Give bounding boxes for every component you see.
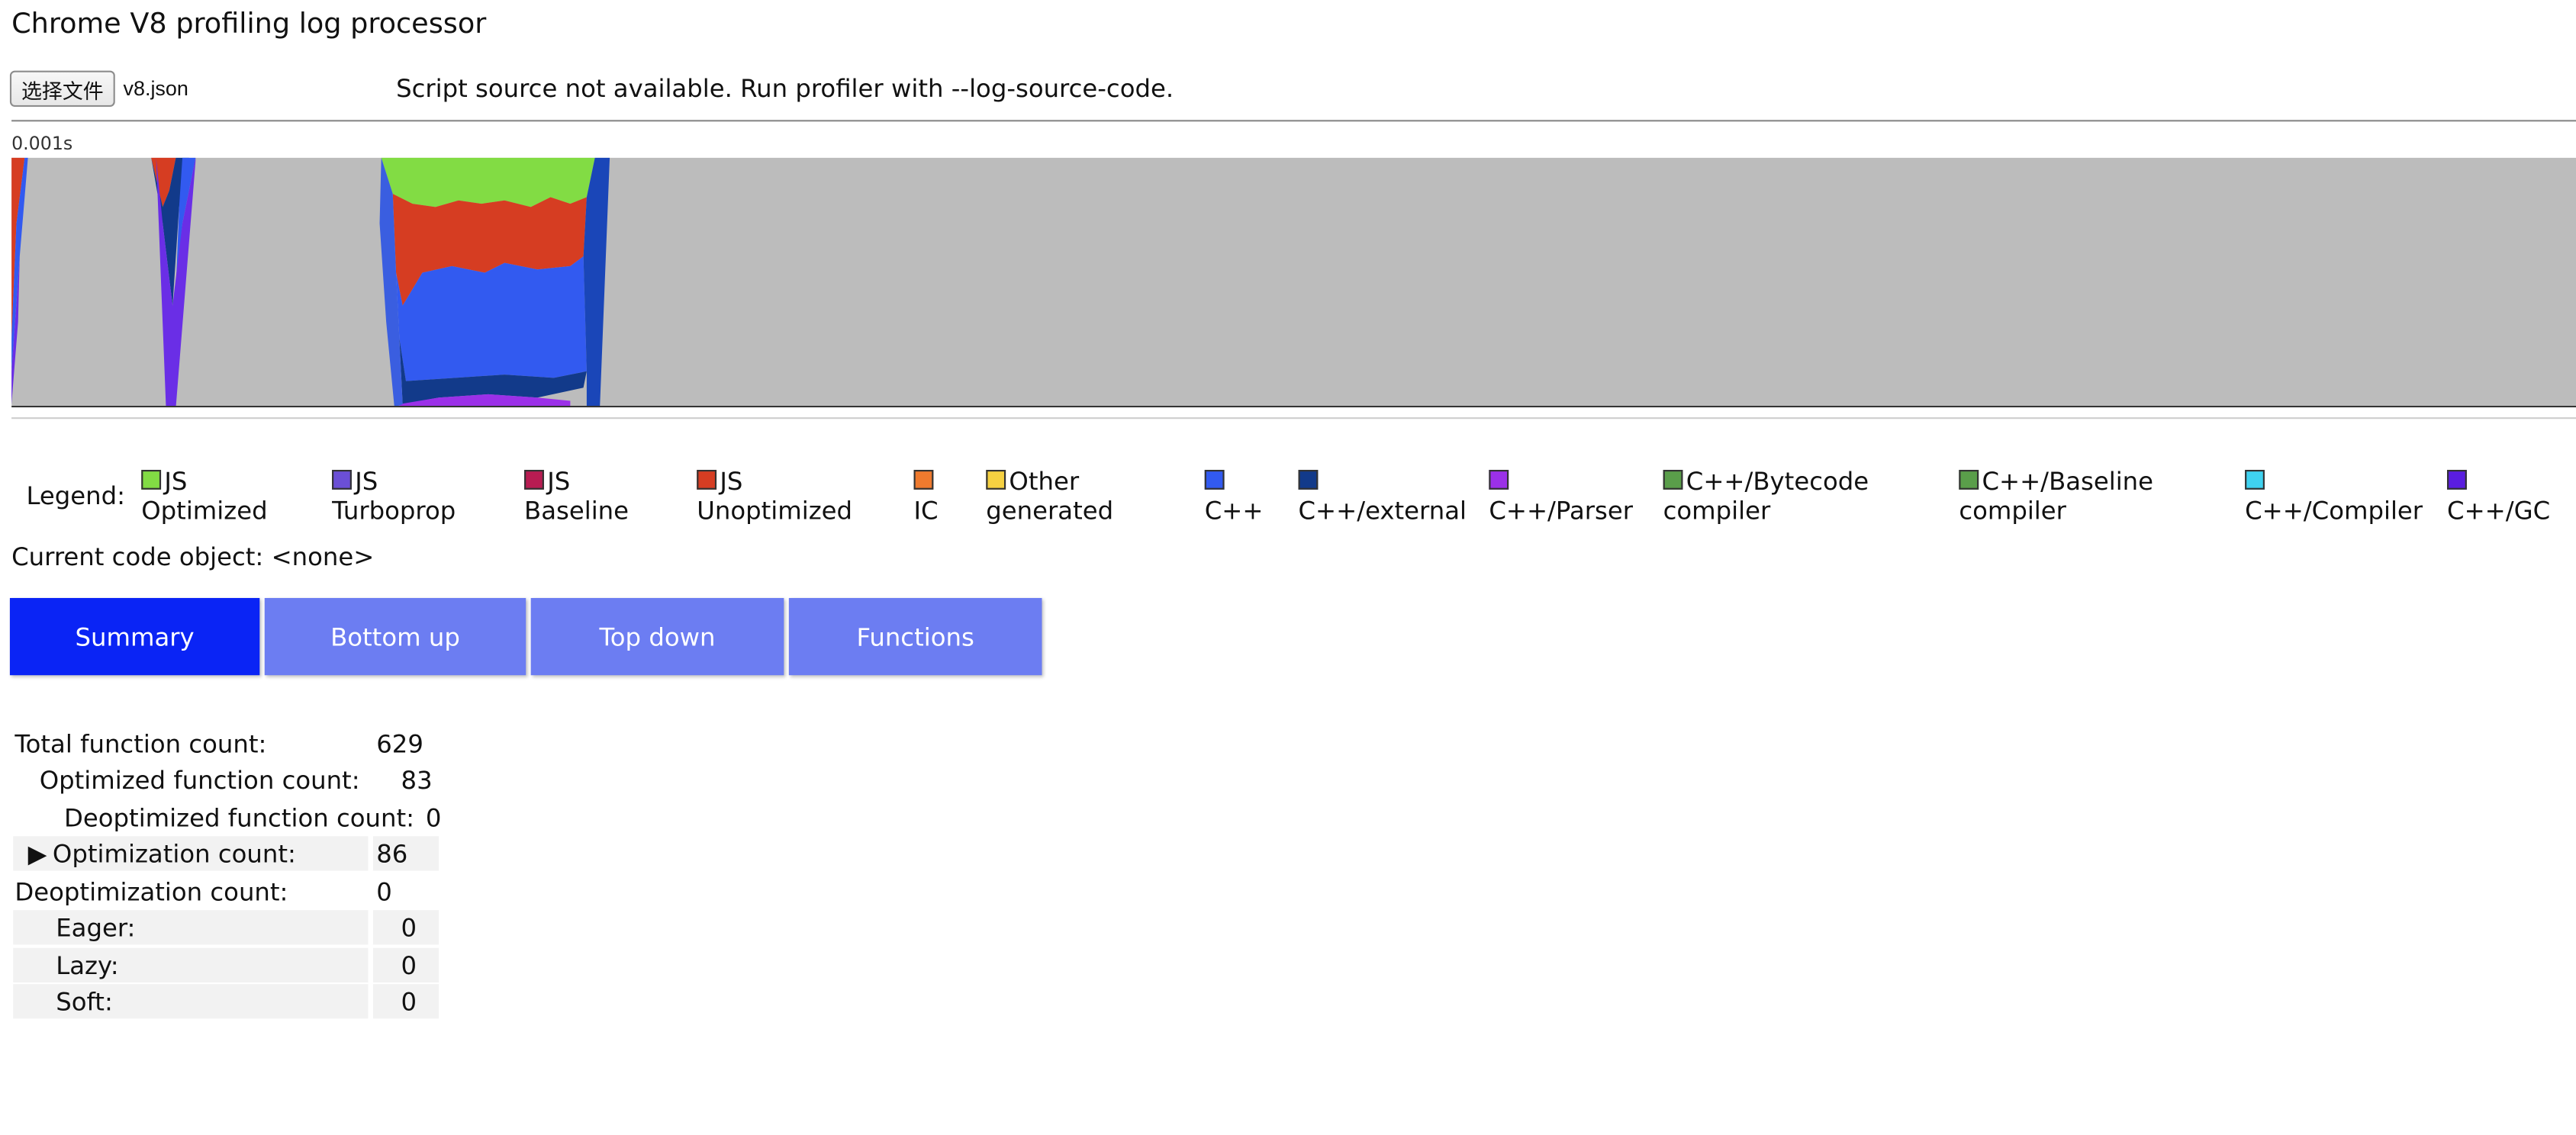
top-divider [11,120,2576,122]
stat-row-deoptimized: Deoptimized function count: 0 [13,800,442,834]
legend-swatch [1298,469,1319,490]
stat-value: 0 [401,951,417,981]
stat-label: Lazy: [56,951,119,981]
legend-title: Legend: [26,481,126,511]
stat-value: 0 [401,913,417,944]
legend-item-label: C++/Baseline compiler [1959,466,2154,526]
stat-row-optimization-count[interactable]: ▶ Optimization count: 86 [13,836,440,870]
legend-swatch [697,469,717,490]
stat-value: 0 [401,987,417,1018]
timeline-chart[interactable] [11,157,2576,408]
stat-label: Eager: [56,913,136,944]
tab-bottom-up[interactable]: Bottom up [264,597,526,676]
stat-row-eager: Eager: 0 [13,910,440,944]
selected-file-name: v8.json [123,77,188,101]
legend-item: JS Turboprop [332,467,456,526]
script-source-message: Script source not available. Run profile… [396,73,1174,104]
stat-value: 0 [425,803,442,833]
legend-item: C++/Parser [1489,467,1633,526]
tab-functions[interactable]: Functions [788,597,1042,676]
timeline-scale-label: 0.001s [11,133,73,155]
legend-item-label: C++ [1204,496,1264,526]
legend-item-label: C++/Compiler [2245,496,2423,526]
legend-item-label: C++/external [1298,496,1467,526]
legend-swatch [1489,469,1509,490]
tab-top-down[interactable]: Top down [530,597,784,676]
legend-item: JS Baseline [524,467,629,526]
legend-item-label: IC [913,496,939,526]
legend-item: Other generated [986,467,1113,526]
legend-swatch [141,469,162,490]
legend-swatch [913,469,934,490]
legend-divider [11,417,2576,420]
stat-label: Total function count: [14,729,267,760]
legend-swatch [986,469,1006,490]
legend-swatch [1204,469,1225,490]
stat-value: 83 [401,765,433,796]
stat-label: Deoptimization count: [14,877,288,907]
legend-item: C++/Baseline compiler [1959,467,2153,526]
stat-label: Soft: [56,987,113,1018]
stat-row-deoptimization-count: Deoptimization count: 0 [13,874,440,908]
legend-swatch [1663,469,1683,490]
legend-swatch [332,469,352,490]
stat-row-lazy: Lazy: 0 [13,948,440,982]
legend-item-label: C++/Parser [1489,496,1634,526]
legend-item-label: JS Unoptimized [697,466,853,526]
legend-swatch [1959,469,1979,490]
legend-swatch [2245,469,2265,490]
stat-label: Optimized function count: [39,765,360,796]
stat-row-soft: Soft: 0 [13,984,440,1018]
legend-item: C++/GC [2447,467,2550,526]
view-tabs: Summary Bottom up Top down Functions [9,597,1047,676]
stat-row-optimized: Optimized function count: 83 [13,762,440,796]
stat-value: 86 [376,839,408,870]
stat-value: 629 [376,729,423,760]
legend-item: JS Unoptimized [697,467,852,526]
stat-label: Optimization count: [52,839,296,870]
timeline-block-js-optimized [381,157,595,207]
expand-triangle-icon[interactable]: ▶ [28,840,47,870]
stat-value: 0 [376,877,392,907]
legend-item: JS Optimized [141,467,268,526]
legend-item-label: C++/Bytecode compiler [1663,466,1869,526]
legend-item-label: C++/GC [2447,496,2551,526]
current-code-object: Current code object: <none> [11,542,375,572]
stat-row-total: Total function count: 629 [13,726,440,760]
choose-file-button[interactable]: 选择文件 [9,70,115,107]
legend-swatch [2447,469,2467,490]
legend-item: IC [913,467,939,526]
legend-item: C++/Compiler [2245,467,2423,526]
page-title: Chrome V8 profiling log processor [11,8,487,41]
timeline-block-cpp [396,256,587,381]
stat-label: Deoptimized function count: [63,803,415,833]
legend-swatch [524,469,544,490]
legend-item: C++/external [1298,467,1467,526]
tab-summary[interactable]: Summary [9,597,260,676]
legend-item: C++/Bytecode compiler [1663,467,1869,526]
legend-item: C++ [1204,467,1264,526]
